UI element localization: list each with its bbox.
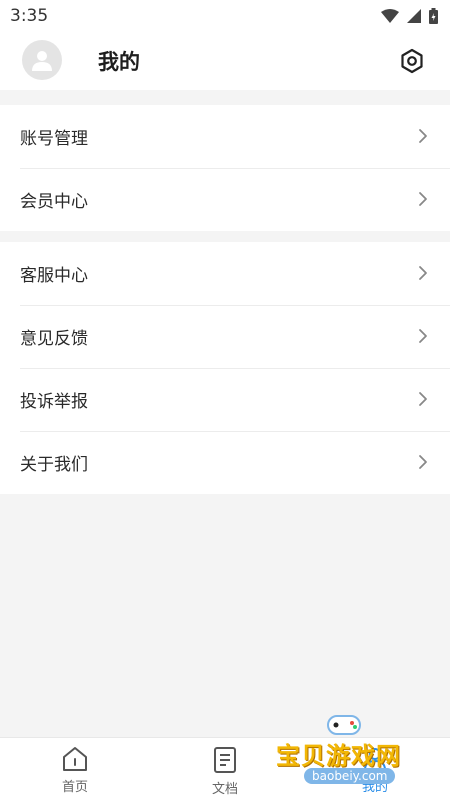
menu-item-membership-center[interactable]: 会员中心 (0, 168, 450, 231)
status-bar: 3:35 (0, 0, 450, 32)
watermark-text: 宝贝游戏网 (276, 742, 401, 770)
page-title: 我的 (98, 50, 140, 74)
chevron-right-icon (419, 392, 427, 406)
menu-item-customer-service[interactable]: 客服中心 (0, 242, 450, 305)
document-icon (214, 747, 236, 773)
tab-home[interactable]: 首页 (25, 738, 125, 800)
tab-label: 文档 (211, 782, 238, 797)
chevron-right-icon (419, 266, 427, 280)
battery-icon (429, 8, 438, 24)
watermark-url: baobeiy.com (304, 768, 396, 784)
menu-item-label: 客服中心 (20, 266, 88, 286)
gamepad-icon (327, 715, 361, 735)
menu-item-complaint-report[interactable]: 投诉举报 (0, 368, 450, 431)
home-icon (63, 747, 87, 771)
chevron-right-icon (419, 455, 427, 469)
settings-button[interactable] (398, 47, 426, 75)
profile-header: 我的 (0, 32, 450, 90)
chevron-right-icon (419, 329, 427, 343)
menu-item-label: 意见反馈 (20, 329, 88, 349)
menu-item-feedback[interactable]: 意见反馈 (0, 305, 450, 368)
gear-icon (401, 48, 423, 74)
user-placeholder-icon (32, 51, 52, 71)
menu-item-label: 投诉举报 (20, 392, 88, 412)
chevron-right-icon (419, 129, 427, 143)
chevron-right-icon (419, 192, 427, 206)
tab-label: 首页 (61, 780, 88, 795)
status-time: 3:35 (10, 6, 49, 26)
tab-documents[interactable]: 文档 (175, 738, 275, 800)
wifi-icon (381, 9, 399, 23)
menu-item-account-management[interactable]: 账号管理 (0, 105, 450, 168)
avatar[interactable] (22, 40, 62, 80)
menu-item-about-us[interactable]: 关于我们 (0, 431, 450, 494)
status-icons (381, 8, 438, 24)
menu-item-label: 关于我们 (20, 455, 88, 475)
menu-item-label: 账号管理 (20, 129, 88, 149)
cellular-signal-icon (407, 9, 421, 23)
watermark-logo: 宝贝游戏网 baobeiy.com (276, 712, 426, 792)
account-menu-group: 账号管理 会员中心 (0, 105, 450, 231)
support-menu-group: 客服中心 意见反馈 投诉举报 关于我们 (0, 242, 450, 494)
menu-item-label: 会员中心 (20, 192, 88, 212)
